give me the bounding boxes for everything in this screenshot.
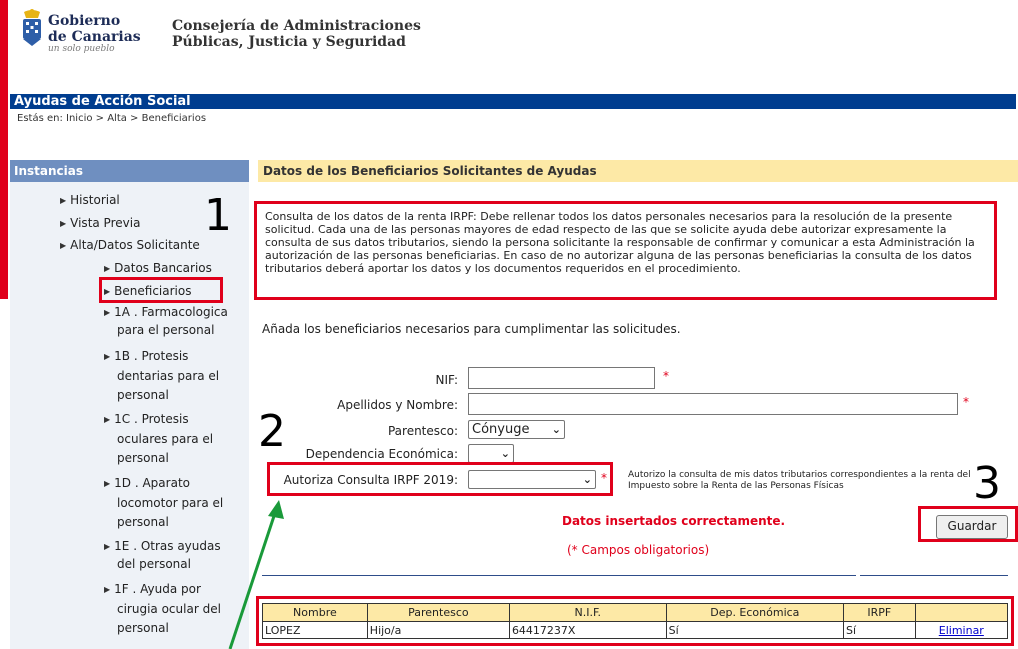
annotation-arrow	[228, 500, 284, 649]
